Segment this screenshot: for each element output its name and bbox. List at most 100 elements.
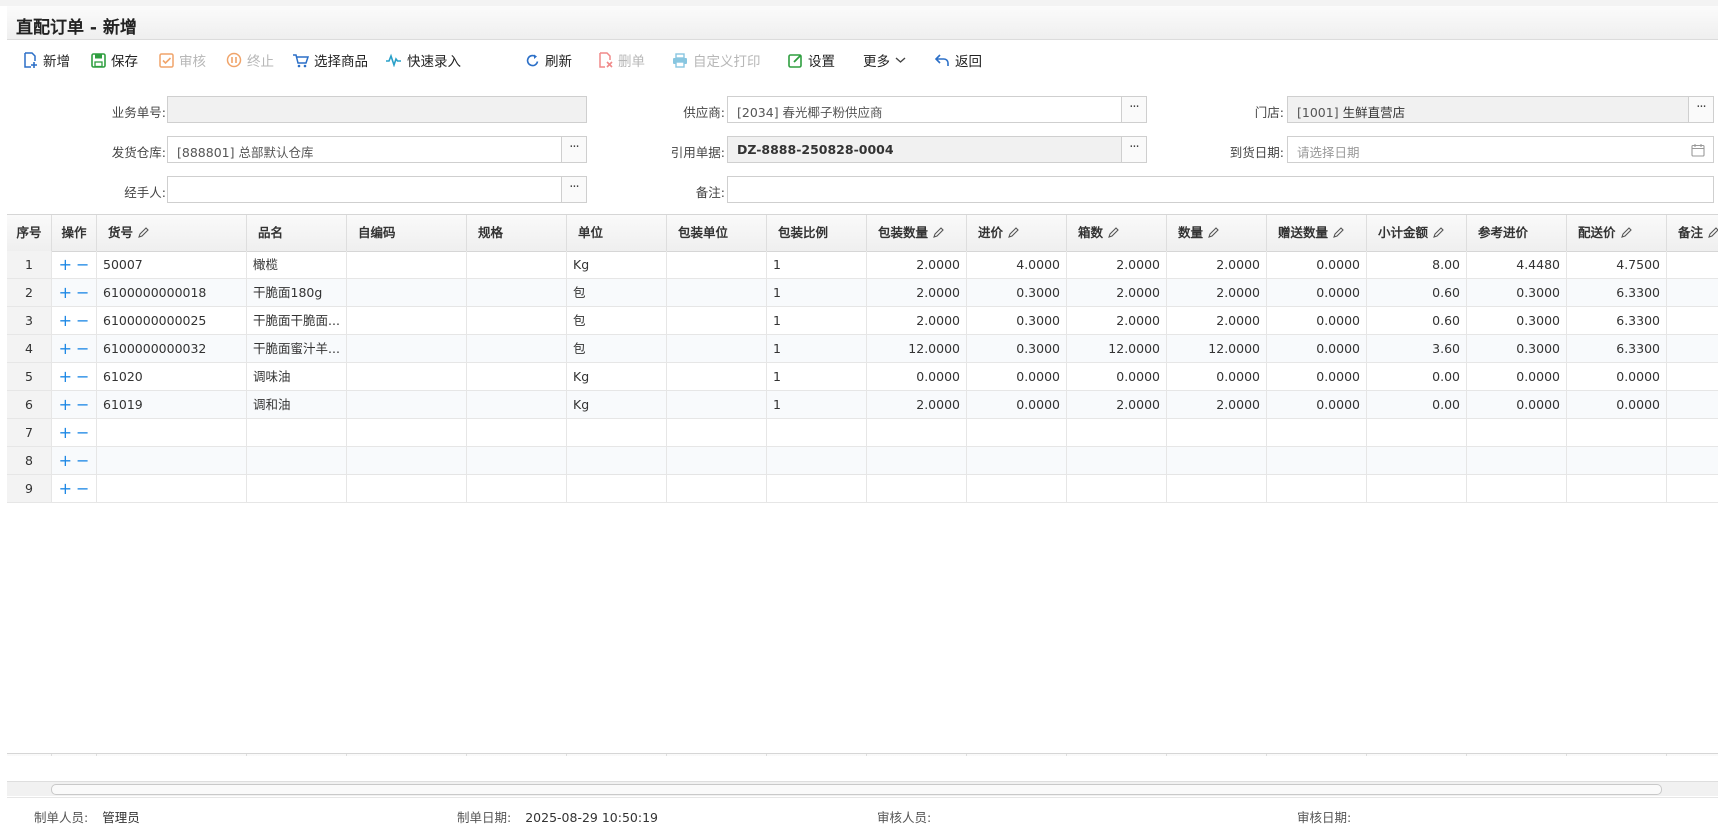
cell-quantity[interactable] (1167, 447, 1267, 474)
cell-quantity[interactable] (1167, 419, 1267, 446)
cell-pack-ratio[interactable]: 1 (767, 391, 867, 418)
cell-unit[interactable] (567, 419, 667, 446)
cell-pack-qty[interactable] (867, 475, 967, 502)
add-row-icon[interactable]: + (59, 391, 72, 418)
column-header-pack-unit[interactable]: 包装单位 (667, 215, 767, 251)
cell-ops[interactable]: + − (52, 391, 97, 418)
cell-boxes[interactable]: 2.0000 (1067, 279, 1167, 306)
cell-ref-price[interactable]: 0.3000 (1467, 335, 1567, 362)
column-header-unit[interactable]: 单位 (567, 215, 667, 251)
cell-quantity[interactable]: 2.0000 (1167, 279, 1267, 306)
column-header-gift-qty[interactable]: 赠送数量 (1267, 215, 1367, 251)
table-row[interactable]: 5 + −61020 调味油 Kg 1 0.0000 0.0000 0.0000 0.0000 0.… (7, 363, 1718, 391)
cell-pack-qty[interactable]: 12.0000 (867, 335, 967, 362)
remove-row-icon[interactable]: − (76, 251, 89, 278)
remove-row-icon[interactable]: − (76, 391, 89, 418)
cell-purchase-price[interactable]: 0.0000 (967, 363, 1067, 390)
cell-subtotal[interactable]: 0.60 (1367, 307, 1467, 334)
cell-quantity[interactable]: 0.0000 (1167, 363, 1267, 390)
cell-ops[interactable]: + − (52, 419, 97, 446)
cell-pack-ratio[interactable]: 1 (767, 335, 867, 362)
stop-button[interactable]: 终止 (226, 50, 274, 70)
cell-remark[interactable] (1667, 335, 1718, 362)
table-row[interactable]: 9 + − (7, 475, 1718, 503)
cell-self-code[interactable] (347, 391, 467, 418)
cell-ref-price[interactable] (1467, 447, 1567, 474)
cell-unit[interactable]: Kg (567, 363, 667, 390)
cell-ref-price[interactable]: 0.3000 (1467, 279, 1567, 306)
column-header-delivery-price[interactable]: 配送价 (1567, 215, 1667, 251)
cell-pack-ratio[interactable]: 1 (767, 251, 867, 278)
remove-row-icon[interactable]: − (76, 475, 89, 502)
cell-unit[interactable]: 包 (567, 335, 667, 362)
delete-order-button[interactable]: 删单 (598, 50, 645, 70)
cell-gift-qty[interactable]: 0.0000 (1267, 307, 1367, 334)
select-goods-button[interactable]: 选择商品 (292, 50, 368, 70)
horizontal-scrollbar[interactable] (7, 781, 1718, 796)
cell-item-code[interactable]: 6100000000018 (97, 279, 247, 306)
remove-row-icon[interactable]: − (76, 419, 89, 446)
cell-boxes[interactable]: 0.0000 (1067, 363, 1167, 390)
column-header-pack-ratio[interactable]: 包装比例 (767, 215, 867, 251)
cell-product-name[interactable] (247, 419, 347, 446)
table-row[interactable]: 1 + −50007 橄榄 Kg 1 2.0000 4.0000 2.0000 2.0000 0.0… (7, 251, 1718, 279)
cell-pack-qty[interactable]: 2.0000 (867, 307, 967, 334)
cell-spec[interactable] (467, 307, 567, 334)
remark-field[interactable] (727, 176, 1714, 203)
cell-ops[interactable]: + − (52, 279, 97, 306)
add-row-icon[interactable]: + (59, 475, 72, 502)
cell-pack-ratio[interactable]: 1 (767, 363, 867, 390)
calendar-icon[interactable] (1691, 143, 1705, 157)
cell-unit[interactable]: 包 (567, 307, 667, 334)
add-row-icon[interactable]: + (59, 447, 72, 474)
cell-product-name[interactable] (247, 447, 347, 474)
column-header-item-code[interactable]: 货号 (97, 215, 247, 251)
cell-delivery-price[interactable] (1567, 419, 1667, 446)
cell-purchase-price[interactable] (967, 475, 1067, 502)
add-row-icon[interactable]: + (59, 307, 72, 334)
cell-product-name[interactable]: 调味油 (247, 363, 347, 390)
cell-item-code[interactable] (97, 419, 247, 446)
cell-remark[interactable] (1667, 391, 1718, 418)
cell-gift-qty[interactable] (1267, 419, 1367, 446)
cell-pack-qty[interactable]: 2.0000 (867, 391, 967, 418)
cell-self-code[interactable] (347, 251, 467, 278)
cell-gift-qty[interactable]: 0.0000 (1267, 363, 1367, 390)
cell-remark[interactable] (1667, 475, 1718, 502)
cell-boxes[interactable] (1067, 475, 1167, 502)
cell-purchase-price[interactable]: 4.0000 (967, 251, 1067, 278)
cell-pack-unit[interactable] (667, 251, 767, 278)
remove-row-icon[interactable]: − (76, 447, 89, 474)
cell-product-name[interactable]: 调和油 (247, 391, 347, 418)
cell-ops[interactable]: + − (52, 307, 97, 334)
more-button[interactable]: 更多 (863, 50, 906, 70)
cell-spec[interactable] (467, 251, 567, 278)
cell-boxes[interactable]: 2.0000 (1067, 391, 1167, 418)
cell-ops[interactable]: + − (52, 335, 97, 362)
cell-remark[interactable] (1667, 447, 1718, 474)
cell-unit[interactable] (567, 447, 667, 474)
remove-row-icon[interactable]: − (76, 279, 89, 306)
cell-delivery-price[interactable] (1567, 447, 1667, 474)
cell-pack-qty[interactable] (867, 419, 967, 446)
cell-quantity[interactable]: 12.0000 (1167, 335, 1267, 362)
new-button[interactable]: 新增 (23, 50, 70, 70)
table-row[interactable]: 3 + −6100000000025 干脆面干脆面... 包 1 2.0000 0.3000 2… (7, 307, 1718, 335)
cell-ops[interactable]: + − (52, 251, 97, 278)
cell-item-code[interactable]: 50007 (97, 251, 247, 278)
supplier-field[interactable]: [2034] 春光椰子粉供应商 ··· (727, 96, 1147, 123)
cell-remark[interactable] (1667, 307, 1718, 334)
column-header-purchase-price[interactable]: 进价 (967, 215, 1067, 251)
biz-no-field[interactable] (167, 96, 587, 123)
cell-self-code[interactable] (347, 335, 467, 362)
cell-ref-price[interactable] (1467, 419, 1567, 446)
remove-row-icon[interactable]: − (76, 307, 89, 334)
cell-delivery-price[interactable] (1567, 475, 1667, 502)
cell-delivery-price[interactable]: 6.3300 (1567, 307, 1667, 334)
cell-purchase-price[interactable]: 0.3000 (967, 307, 1067, 334)
cell-product-name[interactable]: 橄榄 (247, 251, 347, 278)
remove-row-icon[interactable]: − (76, 363, 89, 390)
cell-subtotal[interactable]: 3.60 (1367, 335, 1467, 362)
cell-gift-qty[interactable] (1267, 447, 1367, 474)
cell-pack-qty[interactable] (867, 447, 967, 474)
